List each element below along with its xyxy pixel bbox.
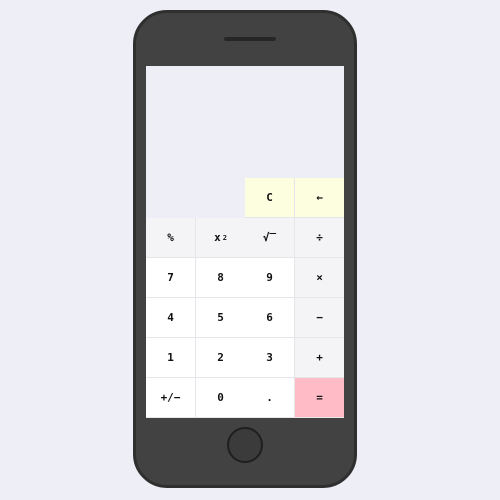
digit-9-button[interactable]: 9 xyxy=(245,258,295,298)
negate-button[interactable]: +/− xyxy=(146,378,196,418)
percent-button[interactable]: % xyxy=(146,218,196,258)
plus-button[interactable]: + xyxy=(295,338,344,378)
digit-2-button[interactable]: 2 xyxy=(196,338,246,378)
speaker-grille xyxy=(224,37,276,41)
calculator-display xyxy=(146,66,344,178)
digit-7-button[interactable]: 7 xyxy=(146,258,196,298)
square-button[interactable]: x2 xyxy=(196,218,246,258)
digit-1-button[interactable]: 1 xyxy=(146,338,196,378)
backspace-button[interactable]: ← xyxy=(295,178,344,218)
digit-5-button[interactable]: 5 xyxy=(196,298,246,338)
digit-0-button[interactable]: 0 xyxy=(196,378,246,418)
square-base-label: x xyxy=(214,231,221,244)
display-value xyxy=(146,66,344,136)
digit-8-button[interactable]: 8 xyxy=(196,258,246,298)
divide-button[interactable]: ÷ xyxy=(295,218,344,258)
digit-4-button[interactable]: 4 xyxy=(146,298,196,338)
decimal-button[interactable]: . xyxy=(245,378,295,418)
multiply-button[interactable]: × xyxy=(295,258,344,298)
calculator-screen: C ← % x2 √‾ ÷ 7 8 9 × 4 5 6 − 1 2 3 + +/… xyxy=(146,66,344,418)
clear-button[interactable]: C xyxy=(245,178,295,218)
equals-button[interactable]: = xyxy=(295,378,344,418)
sqrt-button[interactable]: √‾ xyxy=(245,218,295,258)
minus-button[interactable]: − xyxy=(295,298,344,338)
square-exponent-label: 2 xyxy=(222,233,227,242)
digit-3-button[interactable]: 3 xyxy=(245,338,295,378)
home-button[interactable] xyxy=(227,427,263,463)
digit-6-button[interactable]: 6 xyxy=(245,298,295,338)
